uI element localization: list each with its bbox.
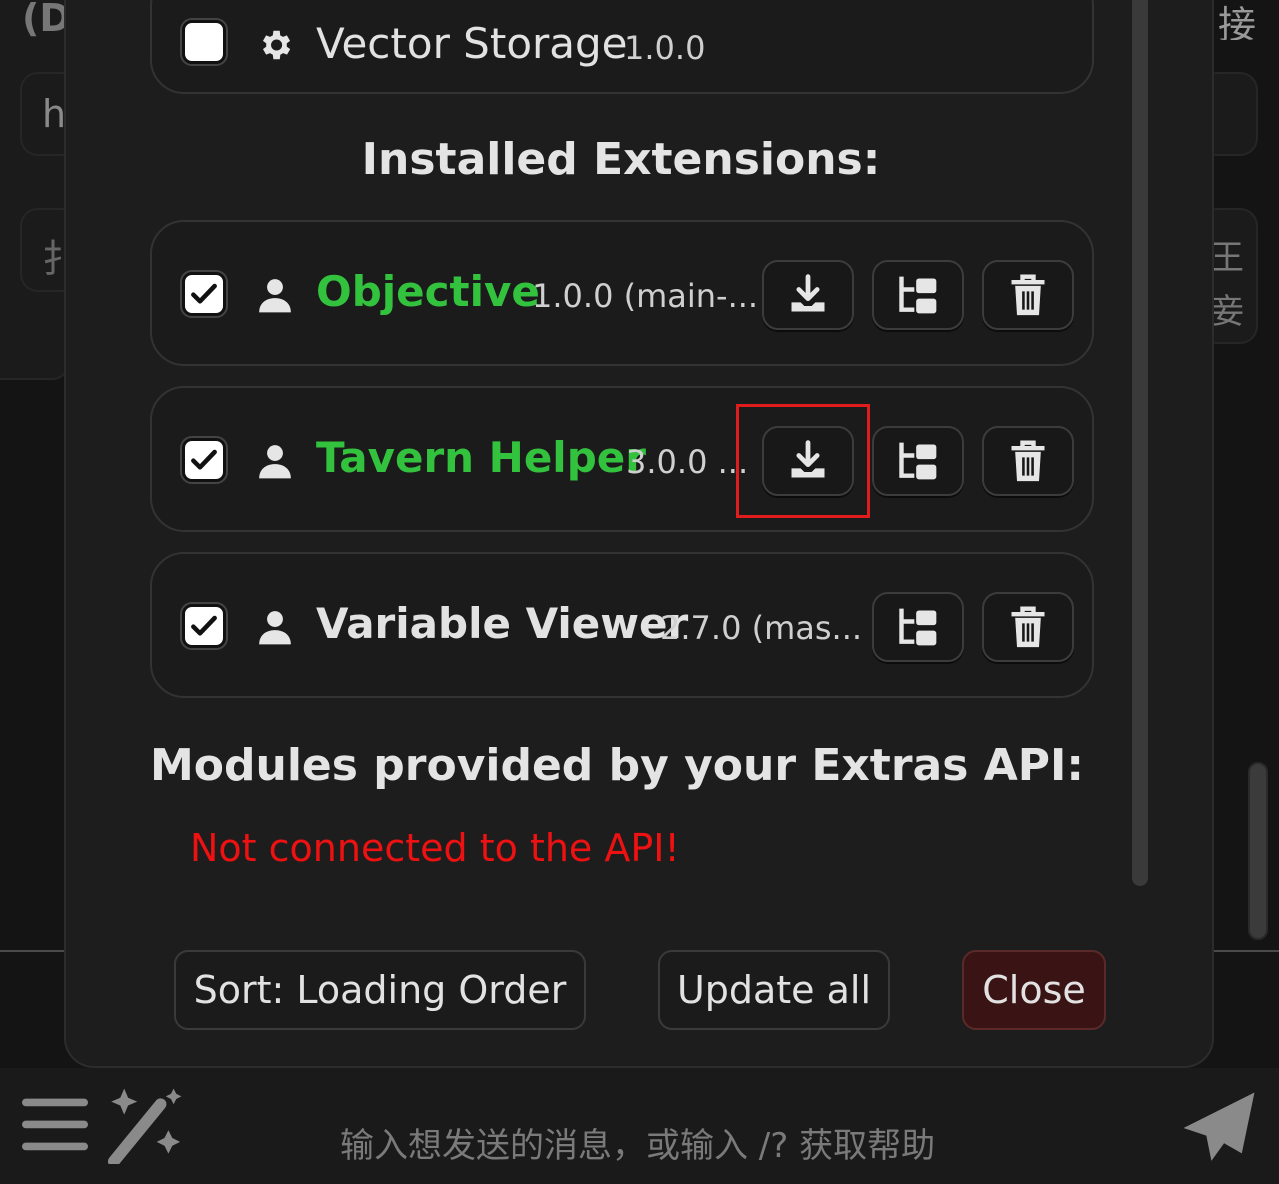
bg-right-tab-text-2: 妾 bbox=[1210, 292, 1244, 332]
bg-left-top-text: (D bbox=[22, 0, 70, 40]
close-button[interactable]: Close bbox=[962, 950, 1106, 1030]
modal-scrollbar-thumb[interactable] bbox=[1132, 0, 1148, 886]
bg-right-top-text: 接 bbox=[1218, 3, 1257, 40]
extension-name: Variable Viewer bbox=[316, 599, 689, 648]
page-scrollbar-thumb[interactable] bbox=[1248, 762, 1268, 940]
extensions-modal: Vector Storage 1.0.0 Installed Extension… bbox=[64, 0, 1214, 1068]
user-icon bbox=[259, 611, 291, 645]
chat-message-input[interactable]: 输入想发送的消息，或输入 /? 获取帮助 bbox=[340, 1118, 935, 1167]
bg-left-input-text: h bbox=[42, 92, 67, 136]
user-icon bbox=[259, 445, 291, 479]
update-all-button[interactable]: Update all bbox=[658, 950, 890, 1030]
folder-tree-icon bbox=[899, 442, 937, 480]
extension-version: 1.0.0 (main-... bbox=[532, 277, 759, 315]
checkmark-icon bbox=[191, 615, 217, 636]
extension-enable-checkbox[interactable] bbox=[182, 604, 226, 648]
folder-tree-icon bbox=[899, 276, 937, 314]
bg-divider-right bbox=[1212, 950, 1279, 952]
extension-enable-checkbox[interactable] bbox=[182, 20, 226, 64]
bg-right-tab-text-1: 王 bbox=[1210, 238, 1244, 278]
send-icon[interactable] bbox=[1180, 1090, 1258, 1166]
magic-wand-icon[interactable] bbox=[104, 1086, 186, 1164]
installed-extensions-heading: Installed Extensions: bbox=[361, 134, 881, 185]
hamburger-menu-icon[interactable] bbox=[22, 1092, 88, 1158]
api-error-message: Not connected to the API! bbox=[190, 826, 680, 870]
extension-enable-checkbox[interactable] bbox=[182, 438, 226, 482]
extension-enable-checkbox[interactable] bbox=[182, 272, 226, 316]
extension-name: Objective bbox=[316, 267, 540, 316]
extension-name: Vector Storage bbox=[316, 19, 628, 68]
trash-icon bbox=[1011, 274, 1045, 316]
gear-icon bbox=[262, 30, 291, 60]
move-extension-button[interactable] bbox=[872, 260, 964, 330]
delete-extension-button[interactable] bbox=[982, 260, 1074, 330]
trash-icon bbox=[1011, 606, 1045, 648]
modules-heading: Modules provided by your Extras API: bbox=[150, 740, 1084, 791]
extension-card-vector-storage: Vector Storage 1.0.0 bbox=[150, 0, 1094, 94]
delete-extension-button[interactable] bbox=[982, 426, 1074, 496]
delete-extension-button[interactable] bbox=[982, 592, 1074, 662]
sort-button[interactable]: Sort: Loading Order bbox=[174, 950, 586, 1030]
extension-card-tavern-helper: Tavern Helper 3.0.0 ... bbox=[150, 386, 1094, 532]
move-extension-button[interactable] bbox=[872, 426, 964, 496]
extension-card-objective: Objective 1.0.0 (main-... bbox=[150, 220, 1094, 366]
download-icon bbox=[791, 274, 825, 312]
extension-name: Tavern Helper bbox=[316, 433, 646, 482]
extension-version: 2.7.0 (mas... bbox=[660, 609, 863, 647]
extension-version: 1.0.0 bbox=[624, 29, 706, 67]
update-extension-button[interactable] bbox=[762, 260, 854, 330]
user-icon bbox=[259, 279, 291, 313]
bg-left-top: (D bbox=[0, 0, 70, 380]
checkmark-icon bbox=[191, 283, 217, 304]
bg-divider-left bbox=[0, 950, 66, 952]
move-extension-button[interactable] bbox=[872, 592, 964, 662]
extension-card-variable-viewer: Variable Viewer 2.7.0 (mas... bbox=[150, 552, 1094, 698]
trash-icon bbox=[1011, 440, 1045, 482]
update-button-highlight bbox=[736, 404, 870, 518]
extension-version: 3.0.0 ... bbox=[626, 443, 749, 481]
bg-right-top: 接 bbox=[1206, 0, 1266, 40]
folder-tree-icon bbox=[899, 608, 937, 646]
checkmark-icon bbox=[191, 449, 217, 470]
